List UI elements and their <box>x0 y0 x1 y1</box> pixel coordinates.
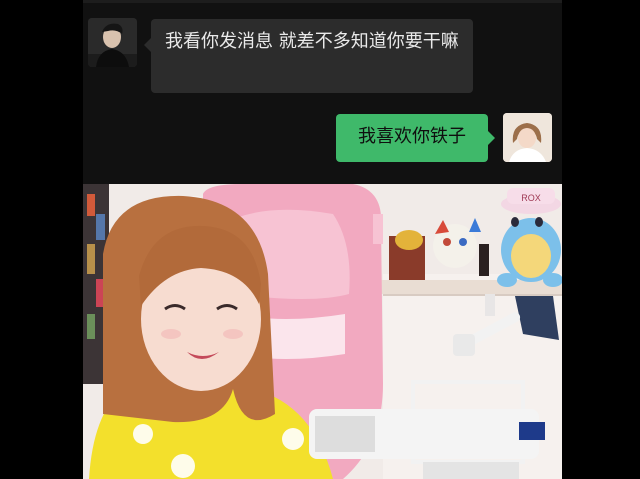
chat-top-strip <box>83 0 562 3</box>
figurine-hat-text: ROX <box>521 193 541 203</box>
own-avatar[interactable] <box>503 113 552 162</box>
outgoing-message-bubble[interactable]: 我喜欢你铁子 <box>336 114 495 162</box>
outgoing-message-text: 我喜欢你铁子 <box>358 126 466 147</box>
screen: 我看你发消息 就差不多知道你要干嘛 我喜欢你铁子 ROX <box>0 0 640 479</box>
incoming-message-text: 我看你发消息 就差不多知道你要干嘛 <box>165 31 459 52</box>
livestream-video: ROX <box>83 184 562 479</box>
sender-avatar[interactable] <box>88 18 137 67</box>
streamer-scene-image: ROX <box>83 184 562 479</box>
male-avatar-icon <box>88 18 137 67</box>
incoming-message-bubble[interactable]: 我看你发消息 就差不多知道你要干嘛 <box>144 19 473 93</box>
female-avatar-icon <box>503 113 552 162</box>
chat-panel: 我看你发消息 就差不多知道你要干嘛 我喜欢你铁子 <box>83 0 562 184</box>
